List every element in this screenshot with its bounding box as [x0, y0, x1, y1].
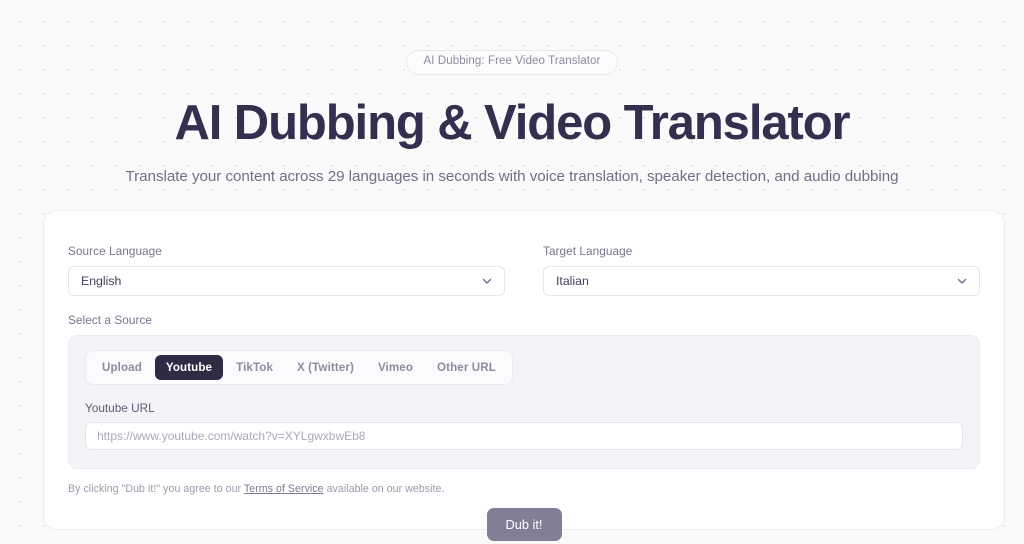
dubbing-form-card: Source Language English Target Language …	[43, 210, 1005, 541]
terms-of-service-link[interactable]: Terms of Service	[244, 483, 324, 495]
terms-notice: By clicking "Dub it!" you agree to our T…	[68, 483, 980, 495]
page-subtitle: Translate your content across 29 languag…	[125, 168, 899, 186]
youtube-url-input[interactable]	[85, 422, 963, 450]
target-language-group: Target Language Italian	[543, 244, 980, 296]
url-field-label: Youtube URL	[85, 401, 155, 415]
hero-badge: AI Dubbing: Free Video Translator	[405, 50, 619, 75]
select-source-label: Select a Source	[68, 313, 153, 327]
chevron-down-icon	[481, 275, 493, 287]
tab-vimeo[interactable]: Vimeo	[367, 355, 424, 380]
target-language-select[interactable]: Italian	[543, 266, 980, 296]
tab-x-twitter[interactable]: X (Twitter)	[286, 355, 365, 380]
source-panel: Upload Youtube TikTok X (Twitter) Vimeo …	[68, 335, 980, 469]
source-language-label: Source Language	[68, 244, 162, 258]
cta-container: Dub it!	[68, 508, 980, 541]
language-row: Source Language English Target Language …	[68, 244, 980, 296]
dub-it-button[interactable]: Dub it!	[486, 508, 562, 541]
tab-other-url[interactable]: Other URL	[426, 355, 507, 380]
hero-section: AI Dubbing: Free Video Translator AI Dub…	[0, 0, 1024, 185]
source-language-group: Source Language English	[68, 244, 505, 296]
source-tabbar: Upload Youtube TikTok X (Twitter) Vimeo …	[85, 350, 513, 385]
terms-prefix: By clicking "Dub it!" you agree to our	[68, 483, 244, 495]
tab-upload[interactable]: Upload	[91, 355, 153, 380]
terms-suffix: available on our website.	[323, 483, 445, 495]
chevron-down-icon	[956, 275, 968, 287]
page-title: AI Dubbing & Video Translator	[174, 95, 850, 150]
source-language-value: English	[81, 274, 122, 288]
tab-youtube[interactable]: Youtube	[154, 355, 224, 380]
target-language-label: Target Language	[543, 244, 633, 258]
tab-tiktok[interactable]: TikTok	[225, 355, 284, 380]
target-language-value: Italian	[556, 274, 589, 288]
source-language-select[interactable]: English	[68, 266, 505, 296]
